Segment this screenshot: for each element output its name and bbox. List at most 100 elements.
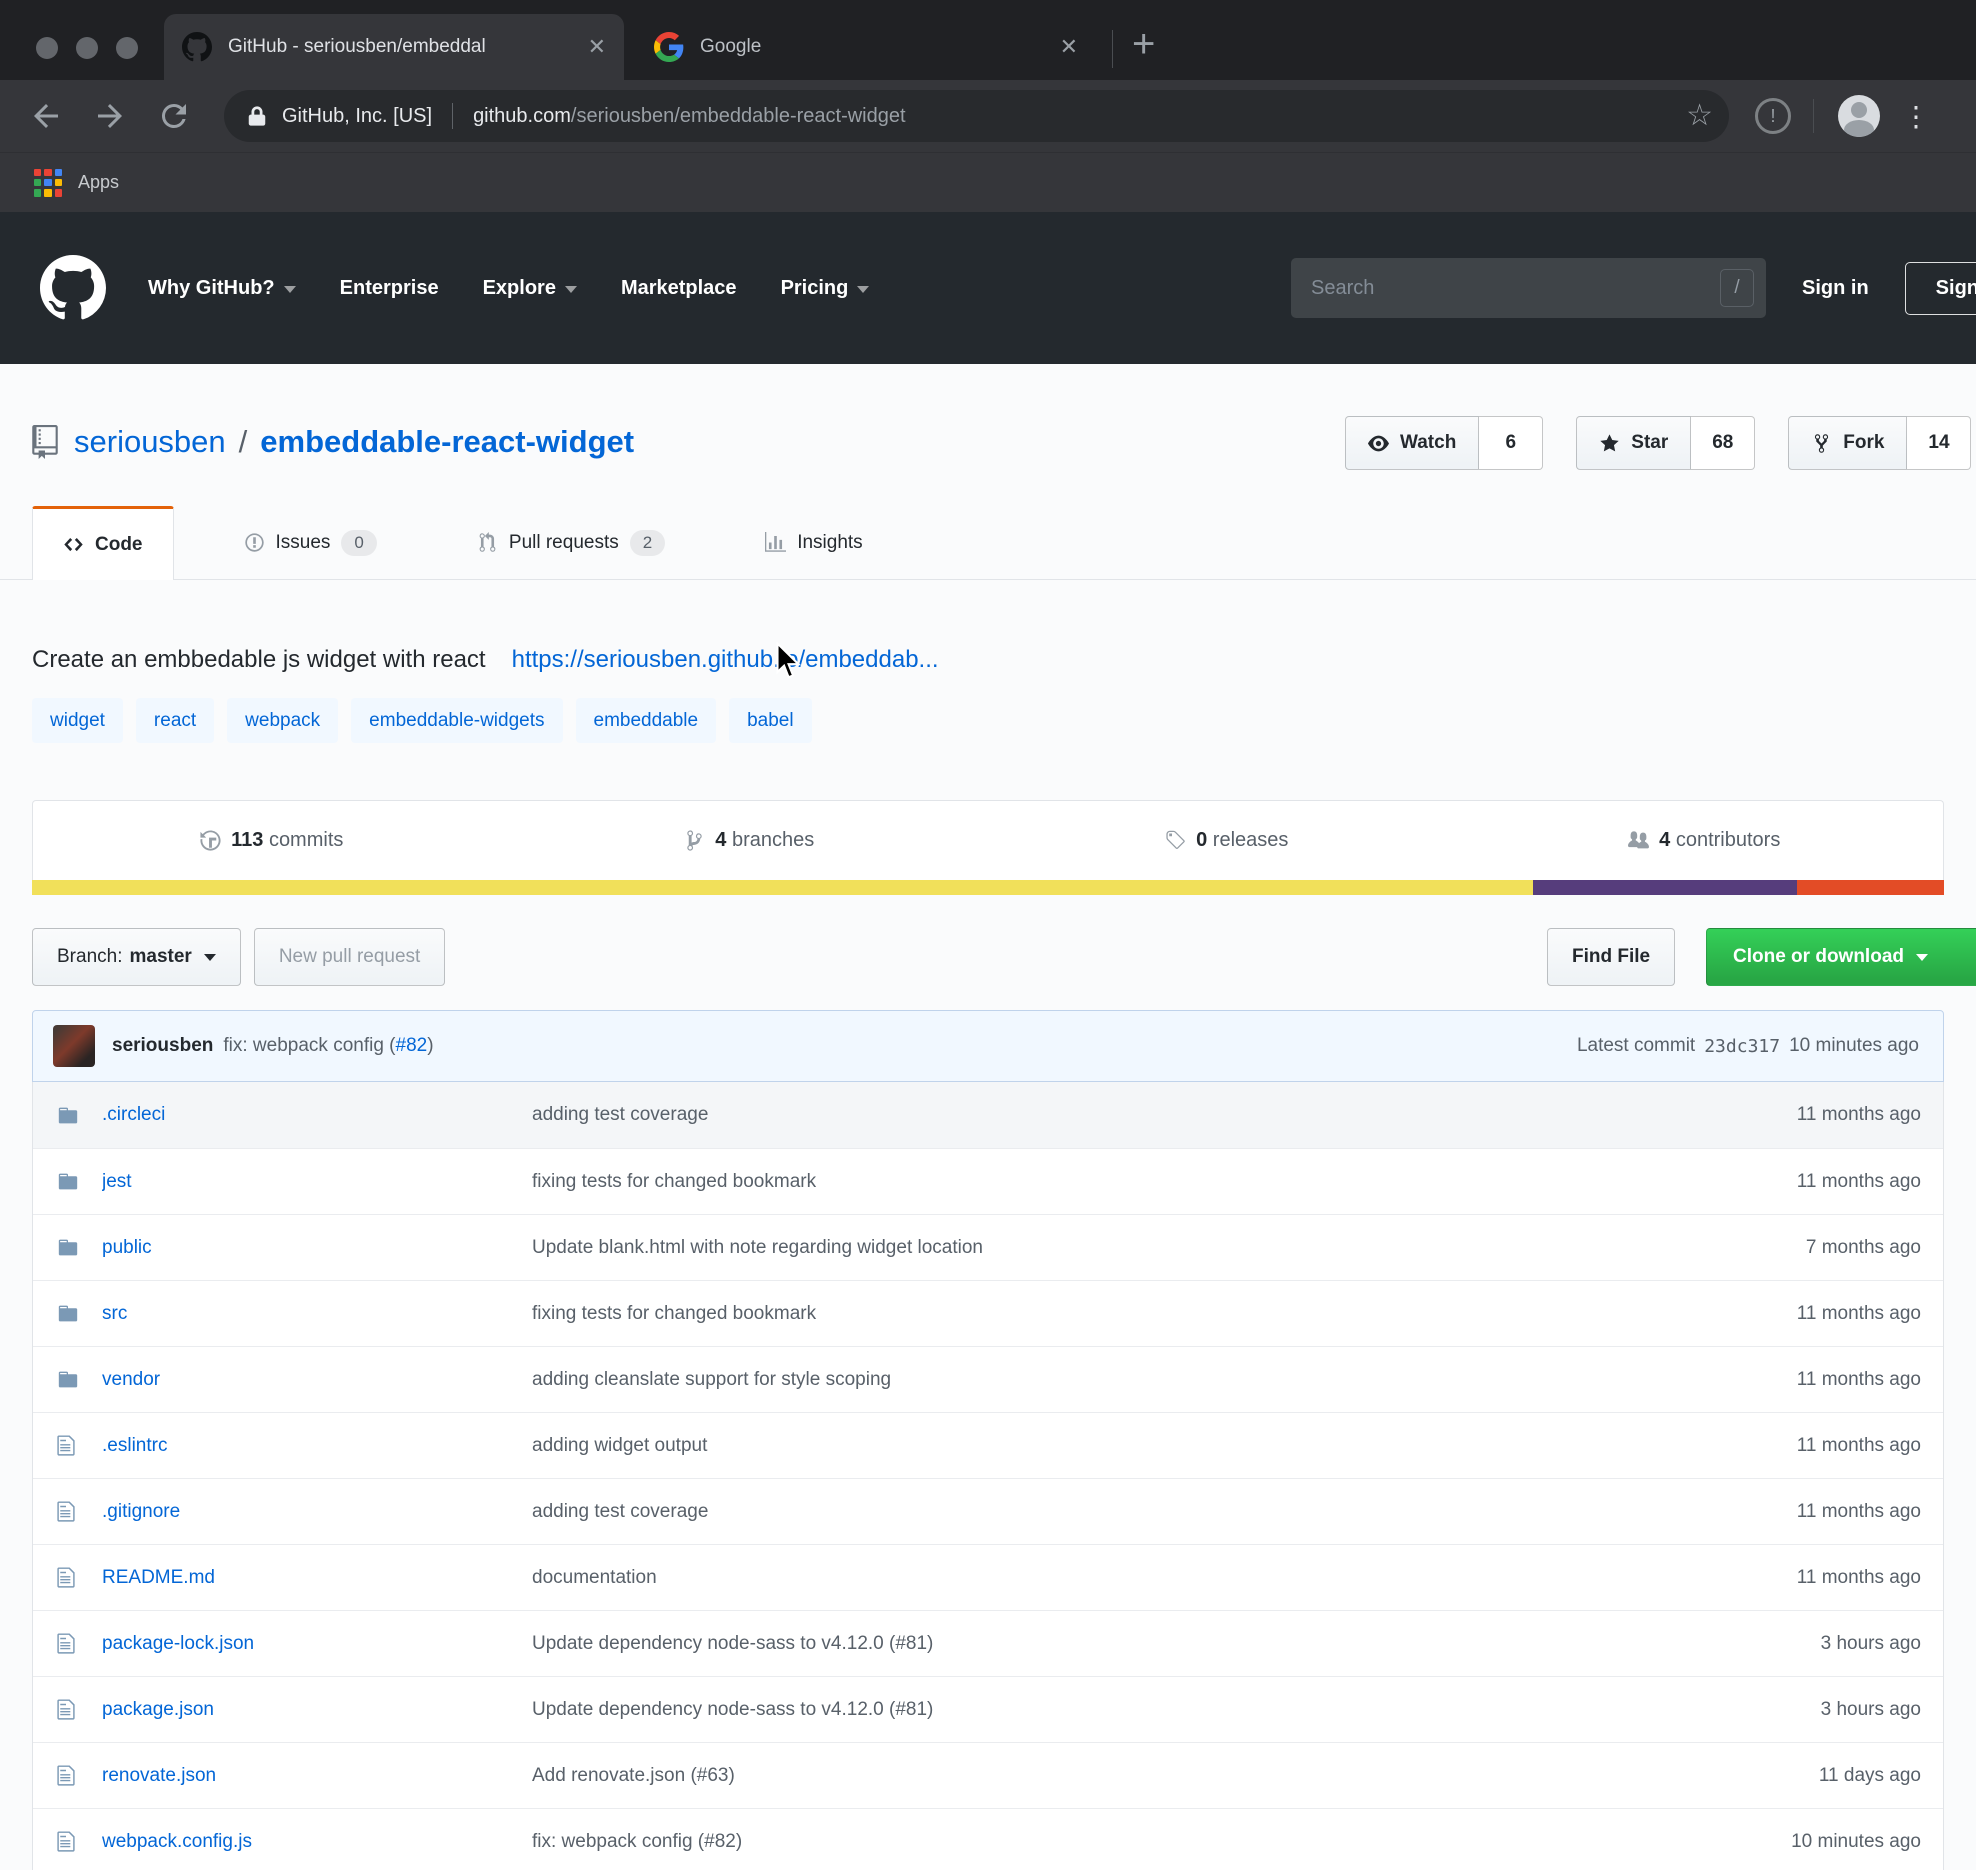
file-name-link[interactable]: .gitignore [102, 1501, 532, 1523]
topic-widget[interactable]: widget [32, 698, 123, 743]
address-bar[interactable]: GitHub, Inc. [US] github.com/seriousben/… [224, 90, 1729, 142]
commit-message-link[interactable]: Update blank.html with note regarding wi… [532, 1237, 1663, 1259]
commit-message-link[interactable]: Update dependency node-sass to v4.12.0 (… [532, 1699, 1663, 1721]
tab-pull-requests[interactable]: Pull requests2 [447, 506, 695, 579]
file-row-vendor: vendoradding cleanslate support for styl… [33, 1346, 1943, 1412]
tab-divider [1112, 30, 1113, 68]
gh-nav-enterprise[interactable]: Enterprise [340, 277, 439, 300]
clone-or-download-button[interactable]: Clone or download [1706, 928, 1976, 986]
topic-webpack[interactable]: webpack [227, 698, 338, 743]
chevron-down-icon [204, 954, 216, 961]
repo-owner-link[interactable]: seriousben [74, 424, 226, 460]
branch-icon [684, 829, 705, 852]
file-name-link[interactable]: package.json [102, 1699, 532, 1721]
repo-name-link[interactable]: embeddable-react-widget [260, 424, 634, 460]
file-name-link[interactable]: package-lock.json [102, 1633, 532, 1655]
sign-up-button[interactable]: Sign up [1905, 262, 1976, 315]
repo-website-link[interactable]: https://seriousben.github.io/embeddab... [512, 646, 939, 674]
commit-message-link[interactable]: adding test coverage [532, 1501, 1663, 1523]
topic-embeddable[interactable]: embeddable [576, 698, 717, 743]
stat-commits[interactable]: 113 commits [33, 829, 511, 852]
file-name-link[interactable]: webpack.config.js [102, 1831, 532, 1853]
github-logo-icon[interactable] [40, 255, 106, 321]
repo-stats-bar: 113 commits4 branches0 releases4 contrib… [32, 800, 1944, 880]
back-icon[interactable] [28, 98, 64, 134]
commit-message-link[interactable]: fixing tests for changed bookmark [532, 1303, 1663, 1325]
file-name-link[interactable]: .circleci [102, 1104, 532, 1126]
language-segment-1 [1533, 880, 1797, 895]
topic-babel[interactable]: babel [729, 698, 812, 743]
url-host: github.com [473, 105, 571, 127]
commit-pr-link[interactable]: #82 [396, 1035, 428, 1056]
file-name-link[interactable]: jest [102, 1171, 532, 1193]
language-bar[interactable] [32, 880, 1944, 895]
commit-sha-link[interactable]: 23dc317 [1704, 1036, 1780, 1057]
new-tab-button[interactable]: + [1132, 22, 1155, 67]
commit-message-link[interactable]: documentation [532, 1567, 1663, 1589]
commit-message-link[interactable]: adding test coverage [532, 1104, 1663, 1126]
browser-profile-avatar[interactable] [1838, 95, 1880, 137]
commit-message-link[interactable]: Add renovate.json (#63) [532, 1765, 1663, 1787]
window-close-button[interactable] [36, 37, 58, 59]
tab-issues[interactable]: Issues0 [214, 506, 407, 579]
forward-icon[interactable] [92, 98, 128, 134]
bookmark-star-icon[interactable]: ☆ [1686, 101, 1713, 131]
file-time: 3 hours ago [1663, 1633, 1943, 1655]
commit-message-link[interactable]: Update dependency node-sass to v4.12.0 (… [532, 1633, 1663, 1655]
file-icon [57, 1500, 89, 1523]
stat-contributors[interactable]: 4 contributors [1466, 829, 1944, 852]
new-pull-request-button[interactable]: New pull request [254, 928, 446, 986]
file-name-link[interactable]: public [102, 1237, 532, 1259]
file-name-link[interactable]: renovate.json [102, 1765, 532, 1787]
sign-in-link[interactable]: Sign in [1802, 277, 1869, 300]
star-label: Star [1631, 432, 1668, 454]
branch-selector-button[interactable]: Branch: master [32, 928, 241, 986]
browser-menu-icon[interactable]: ⋮ [1902, 100, 1930, 133]
star-button[interactable]: Star [1576, 416, 1691, 470]
reload-icon[interactable] [156, 98, 192, 134]
browser-tab-google[interactable]: Google ✕ [636, 14, 1096, 80]
window-zoom-button[interactable] [116, 37, 138, 59]
gh-nav-pricing[interactable]: Pricing [781, 277, 870, 300]
commit-message-link[interactable]: adding cleanslate support for style scop… [532, 1369, 1663, 1391]
file-row-jest: jestfixing tests for changed bookmark11 … [33, 1148, 1943, 1214]
window-minimize-button[interactable] [76, 37, 98, 59]
tab-close-icon[interactable]: ✕ [1060, 34, 1078, 60]
star-count[interactable]: 68 [1691, 416, 1755, 470]
watch-button[interactable]: Watch [1345, 416, 1479, 470]
tab-insights[interactable]: Insights [735, 506, 892, 579]
gh-nav-label: Explore [483, 277, 556, 300]
star-button-group: Star 68 [1576, 416, 1755, 470]
browser-tab-github[interactable]: GitHub - seriousben/embeddal ✕ [164, 14, 624, 80]
apps-bookmark[interactable]: Apps [78, 172, 119, 193]
google-favicon-icon [654, 32, 684, 62]
folder-icon [57, 1237, 89, 1258]
search-input[interactable] [1291, 277, 1766, 300]
commit-author-avatar[interactable] [53, 1025, 95, 1067]
watch-count[interactable]: 6 [1479, 416, 1543, 470]
gh-nav-explore[interactable]: Explore [483, 277, 577, 300]
file-time: 11 months ago [1663, 1501, 1943, 1523]
stat-branches[interactable]: 4 branches [511, 829, 989, 852]
commit-author-link[interactable]: seriousben [112, 1035, 213, 1057]
file-name-link[interactable]: src [102, 1303, 532, 1325]
gh-nav-why-github[interactable]: Why GitHub? [148, 277, 296, 300]
extension-icon[interactable]: ! [1755, 98, 1791, 134]
tab-close-icon[interactable]: ✕ [588, 34, 606, 60]
topic-react[interactable]: react [136, 698, 214, 743]
gh-nav-marketplace[interactable]: Marketplace [621, 277, 737, 300]
find-file-button[interactable]: Find File [1547, 928, 1675, 986]
commit-message-link[interactable]: fixing tests for changed bookmark [532, 1171, 1663, 1193]
fork-count[interactable]: 14 [1907, 416, 1971, 470]
topic-embeddable-widgets[interactable]: embeddable-widgets [351, 698, 562, 743]
file-name-link[interactable]: README.md [102, 1567, 532, 1589]
commit-message-link[interactable]: adding widget output [532, 1435, 1663, 1457]
tab-code[interactable]: Code [32, 506, 174, 580]
file-name-link[interactable]: .eslintrc [102, 1435, 532, 1457]
repo-topics: widget react webpack embeddable-widgets embe… [32, 698, 1944, 743]
stat-releases[interactable]: 0 releases [988, 829, 1466, 852]
fork-button[interactable]: Fork [1788, 416, 1907, 470]
file-name-link[interactable]: vendor [102, 1369, 532, 1391]
commit-message-link[interactable]: fix: webpack config (#82) [532, 1831, 1663, 1853]
file-icon [57, 1764, 89, 1787]
